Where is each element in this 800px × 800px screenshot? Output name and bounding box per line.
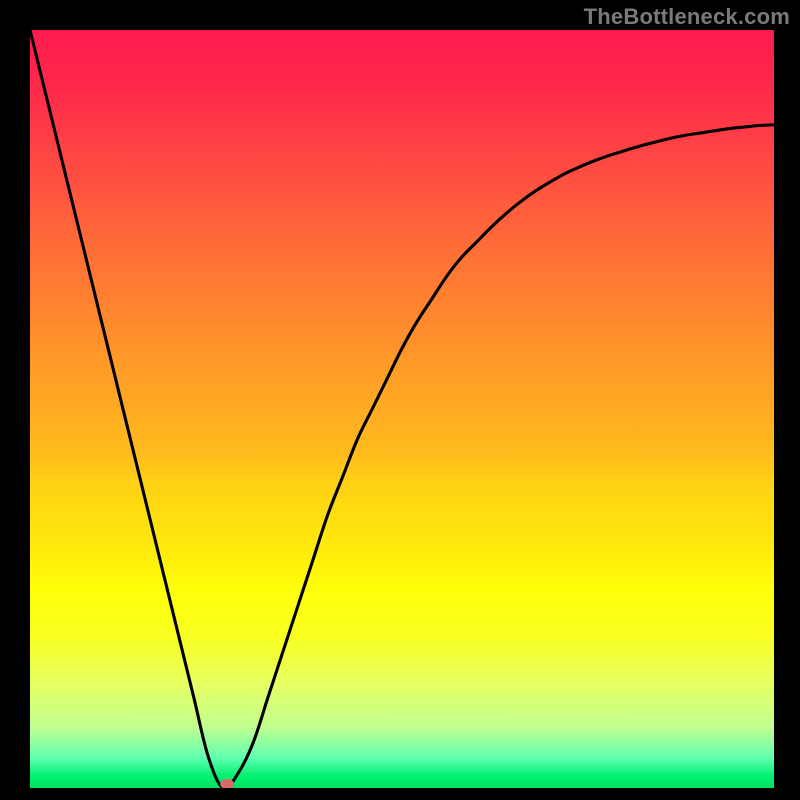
watermark-text: TheBottleneck.com	[584, 4, 790, 30]
bottleneck-curve	[30, 30, 774, 788]
plot-area	[30, 30, 774, 788]
curve-svg	[30, 30, 774, 788]
chart-frame: TheBottleneck.com	[0, 0, 800, 800]
